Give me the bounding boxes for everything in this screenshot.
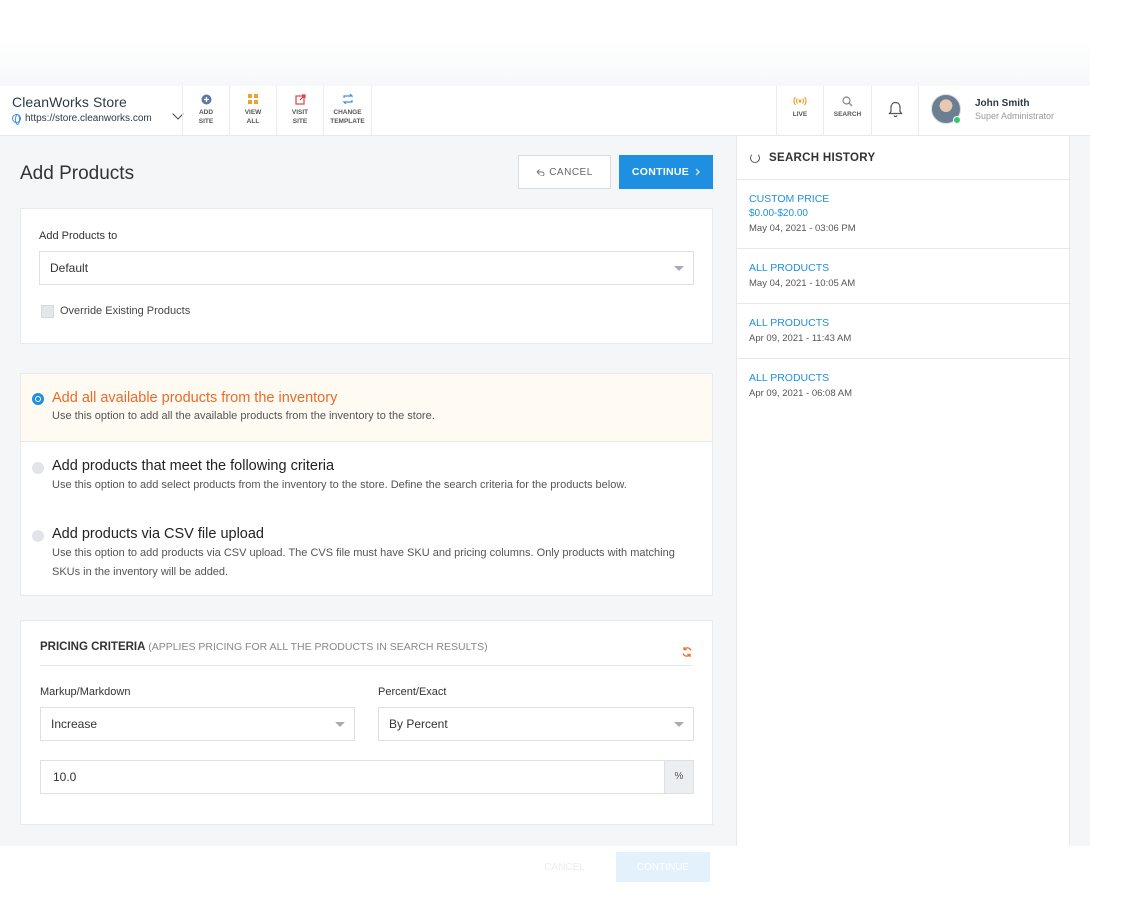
cancel-button[interactable]: CANCEL [518,155,611,189]
visit-site-label-2: SITE [292,118,308,125]
target-card: Add Products to Default Override Existin… [20,208,713,344]
history-date: Apr 09, 2021 - 11:43 AM [749,333,852,344]
plus-circle-icon [183,93,229,105]
store-name: CleanWorks Store [12,94,127,110]
history-detail[interactable]: $0.00-$20.00 [749,208,808,219]
search-history-panel: SEARCH HISTORY CUSTOM PRICE $0.00-$20.00… [736,136,1071,846]
user-menu[interactable]: John Smith Super Administrator [918,86,1090,136]
options-card: Add all available products from the inve… [20,373,713,596]
radio-criteria[interactable] [32,462,44,474]
history-item[interactable]: ALL PRODUCTS Apr 09, 2021 - 11:43 AM [737,304,1071,359]
pricing-heading: PRICING CRITERIA (APPLIES PRICING FOR AL… [40,641,488,653]
pricing-card: PRICING CRITERIA (APPLIES PRICING FOR AL… [20,620,713,825]
history-item[interactable]: ALL PRODUCTS Apr 09, 2021 - 06:08 AM [737,359,1071,414]
caret-down-icon [674,266,684,271]
markup-value: Increase [51,717,98,731]
notifications-button[interactable] [871,86,918,136]
visit-site-label-1: VISIT [291,109,309,116]
store-switcher[interactable]: CleanWorks Store https://store.cleanwork… [12,94,184,130]
change-template-button[interactable]: CHANGE TEMPLATE [323,86,372,136]
option-description: Use this option to add all the available… [52,410,435,422]
change-template-label-1: CHANGE [333,109,362,116]
history-label[interactable]: ALL PRODUCTS [749,317,829,329]
online-status-icon [953,116,961,124]
markup-select[interactable]: Increase [40,707,355,741]
option-all-products[interactable]: Add all available products from the inve… [21,374,712,442]
history-item[interactable]: ALL PRODUCTS May 04, 2021 - 10:05 AM [737,249,1071,304]
add-products-to-select[interactable]: Default [39,251,694,285]
cancel-label: CANCEL [549,166,593,178]
reflection-continue: CONTINUE [616,852,710,882]
chevron-right-icon [695,168,700,176]
history-label[interactable]: ALL PRODUCTS [749,262,829,274]
view-all-button[interactable]: VIEW ALL [229,86,276,136]
user-role: Super Administrator [975,111,1055,121]
radio-csv-upload[interactable] [32,530,44,542]
history-label[interactable]: ALL PRODUCTS [749,372,829,384]
search-history-title: SEARCH HISTORY [769,152,876,164]
top-header: CleanWorks Store https://store.cleanwork… [0,86,1090,136]
option-description: Use this option to add select products f… [52,479,627,491]
option-title: Add all available products from the inve… [52,390,338,406]
option-criteria[interactable]: Add products that meet the following cri… [21,442,712,510]
reflection-cancel: CANCEL [544,861,585,873]
user-name: John Smith [975,98,1030,109]
refresh-icon[interactable] [681,646,693,661]
percent-exact-select[interactable]: By Percent [378,707,694,741]
bell-icon [872,101,918,118]
change-template-label-2: TEMPLATE [330,118,365,125]
add-site-label-2: SITE [198,118,214,125]
search-icon [824,96,871,110]
override-checkbox[interactable] [41,305,54,318]
store-url[interactable]: https://store.cleanworks.com [25,113,152,124]
view-all-label-2: ALL [246,118,260,125]
pricing-title: PRICING CRITERIA [40,641,145,653]
option-description: Use this option to add products via CSV … [52,547,675,578]
radio-all-products[interactable] [32,393,44,405]
broadcast-icon [777,96,823,110]
percent-addon: % [664,760,694,794]
amount-input[interactable]: 10.0 [40,760,665,794]
option-csv-upload[interactable]: Add products via CSV file upload Use thi… [21,510,712,596]
globe-icon [12,114,21,125]
continue-button[interactable]: CONTINUE [619,155,713,189]
history-date: Apr 09, 2021 - 06:08 AM [749,388,852,399]
caret-down-icon [335,722,345,727]
live-label: LIVE [792,111,808,118]
add-site-label-1: ADD [198,109,214,116]
visit-site-button[interactable]: VISIT SITE [276,86,323,136]
history-label[interactable]: CUSTOM PRICE [749,193,829,205]
option-title: Add products via CSV file upload [52,526,264,542]
markup-label: Markup/Markdown [40,686,131,698]
override-label[interactable]: Override Existing Products [60,305,190,317]
view-all-label-1: VIEW [244,109,262,116]
history-date: May 04, 2021 - 10:05 AM [749,278,856,289]
history-item[interactable]: CUSTOM PRICE $0.00-$20.00 May 04, 2021 -… [737,180,1071,249]
history-icon [750,153,760,163]
live-button[interactable]: LIVE [776,86,823,136]
percent-exact-value: By Percent [389,717,448,731]
add-products-to-value: Default [50,261,89,275]
grid-icon [230,93,276,105]
divider [40,665,693,666]
pricing-subtitle: (APPLIES PRICING FOR ALL THE PRODUCTS IN… [148,641,488,653]
percent-exact-label: Percent/Exact [378,686,447,698]
option-title: Add products that meet the following cri… [52,458,335,474]
top-fade [0,40,1090,86]
continue-label: CONTINUE [631,166,690,178]
add-products-to-label: Add Products to [39,230,118,242]
external-link-icon [277,93,323,105]
caret-down-icon [674,722,684,727]
add-site-button[interactable]: ADD SITE [182,86,229,136]
search-label: SEARCH [833,111,862,118]
swap-icon [324,93,371,105]
store-url-row[interactable]: https://store.cleanworks.com [12,113,180,125]
search-button[interactable]: SEARCH [823,86,871,136]
page-title: Add Products [20,163,135,184]
app-window: CleanWorks Store https://store.cleanwork… [0,86,1090,846]
undo-icon [536,169,545,176]
history-date: May 04, 2021 - 03:06 PM [749,223,856,234]
search-history-header: SEARCH HISTORY [737,136,1071,180]
